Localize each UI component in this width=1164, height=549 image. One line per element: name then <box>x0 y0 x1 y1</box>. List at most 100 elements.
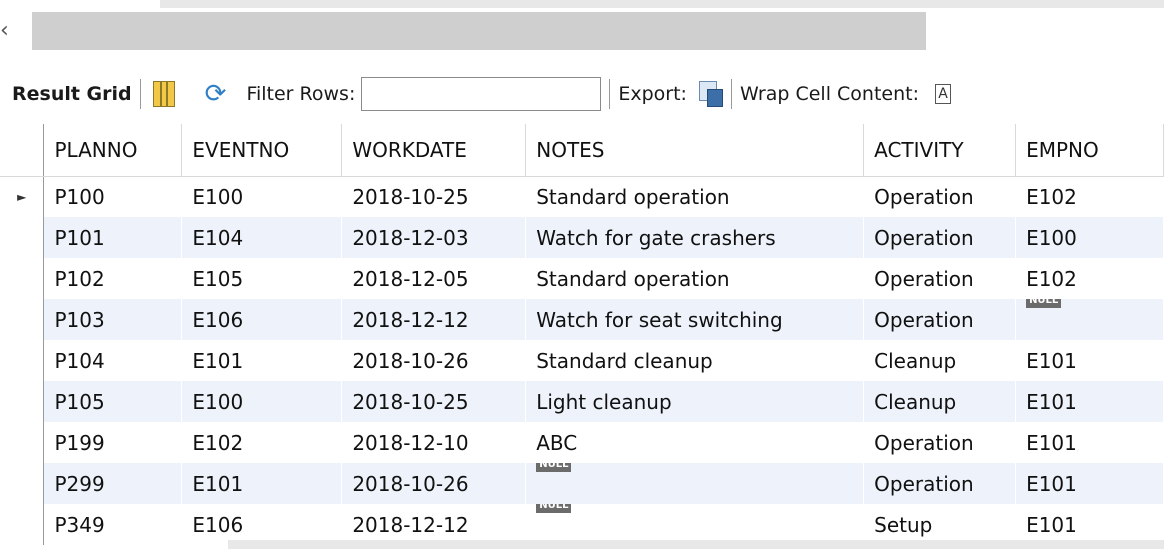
wrap-cell-content-label: Wrap Cell Content: <box>739 83 919 105</box>
collapse-arrow-icon[interactable]: ‹ <box>0 16 14 46</box>
export-label: Export: <box>618 83 687 105</box>
table-cell[interactable]: Light cleanup <box>525 381 865 422</box>
row-marker[interactable] <box>0 422 45 463</box>
table-cell[interactable]: E106 <box>181 299 343 340</box>
table-cell[interactable]: Operation <box>863 258 1017 299</box>
table-cell[interactable]: E101 <box>181 463 343 504</box>
top-scrollbar[interactable] <box>160 0 1164 8</box>
row-marker[interactable] <box>0 217 45 258</box>
table-row[interactable]: P349 E106 2018-12-12 NULL Setup E101 <box>0 504 1164 545</box>
result-table: PLANNO EVENTNO WORKDATE NOTES ACTIVITY E… <box>0 124 1164 545</box>
row-marker[interactable] <box>0 504 45 545</box>
table-row[interactable]: P103 E106 2018-12-12 Watch for seat switchi… <box>0 299 1164 340</box>
column-header[interactable]: EMPNO <box>1015 124 1164 177</box>
toolbar-separator <box>609 79 611 109</box>
table-cell[interactable]: NULL <box>525 504 865 545</box>
table-cell[interactable]: E102 <box>181 422 343 463</box>
table-cell[interactable]: P349 <box>43 504 183 545</box>
table-cell[interactable]: Standard operation <box>525 258 865 299</box>
table-cell[interactable]: E101 <box>1015 422 1164 463</box>
table-cell[interactable]: E101 <box>1015 463 1164 504</box>
table-cell[interactable]: E101 <box>1015 340 1164 381</box>
table-cell[interactable]: 2018-12-12 <box>341 299 527 340</box>
table-cell[interactable]: E101 <box>1015 381 1164 422</box>
row-marker[interactable] <box>0 258 45 299</box>
result-toolbar: Result Grid ⟳ Filter Rows: Export: Wrap … <box>0 70 1164 118</box>
row-marker[interactable] <box>0 381 45 422</box>
table-cell[interactable]: 2018-12-03 <box>341 217 527 258</box>
result-grid-icon[interactable] <box>152 81 175 107</box>
table-row[interactable]: P199 E102 2018-12-10 ABC Operation E101 <box>0 422 1164 463</box>
table-cell[interactable]: E101 <box>1015 504 1164 545</box>
export-disk-shape <box>706 89 723 107</box>
table-cell[interactable]: P103 <box>43 299 183 340</box>
table-cell[interactable]: E100 <box>181 381 343 422</box>
table-cell[interactable]: Standard operation <box>525 176 865 217</box>
table-cell[interactable]: Cleanup <box>863 340 1017 381</box>
table-cell[interactable]: Setup <box>863 504 1017 545</box>
table-cell[interactable]: NULL <box>525 463 865 504</box>
null-badge: NULL <box>536 504 572 513</box>
table-cell[interactable]: ABC <box>525 422 865 463</box>
table-cell[interactable]: P101 <box>43 217 183 258</box>
table-cell[interactable]: E100 <box>1015 217 1164 258</box>
row-marker-header <box>0 124 45 177</box>
column-header[interactable]: ACTIVITY <box>863 124 1017 177</box>
row-marker[interactable]: ► <box>0 176 45 217</box>
table-cell[interactable]: P102 <box>43 258 183 299</box>
table-cell[interactable]: Operation <box>863 176 1017 217</box>
table-cell[interactable]: Operation <box>863 217 1017 258</box>
result-grid-label[interactable]: Result Grid <box>12 83 132 105</box>
row-marker[interactable] <box>0 299 45 340</box>
table-cell[interactable]: 2018-10-25 <box>341 176 527 217</box>
table-row[interactable]: P105 E100 2018-10-25 Light cleanup Cleanup E1… <box>0 381 1164 422</box>
table-cell[interactable]: E102 <box>1015 176 1164 217</box>
table-cell[interactable]: NULL <box>1015 299 1164 340</box>
table-cell[interactable]: Watch for gate crashers <box>525 217 865 258</box>
table-row[interactable]: P101 E104 2018-12-03 Watch for gate crasher… <box>0 217 1164 258</box>
table-cell[interactable]: P104 <box>43 340 183 381</box>
export-icon[interactable] <box>698 81 723 107</box>
table-cell[interactable]: 2018-12-05 <box>341 258 527 299</box>
row-marker[interactable] <box>0 340 45 381</box>
result-grid: PLANNO EVENTNO WORKDATE NOTES ACTIVITY E… <box>0 124 1164 549</box>
table-cell[interactable]: P105 <box>43 381 183 422</box>
table-cell[interactable]: E104 <box>181 217 343 258</box>
table-cell[interactable]: E102 <box>1015 258 1164 299</box>
null-badge: NULL <box>1026 299 1062 308</box>
wrap-icon[interactable]: A <box>934 84 951 104</box>
table-cell[interactable]: Cleanup <box>863 381 1017 422</box>
column-header[interactable]: WORKDATE <box>341 124 527 177</box>
table-row[interactable]: ► P100 E100 2018-10-25 Standard operation Ope… <box>0 176 1164 217</box>
table-cell[interactable]: P299 <box>43 463 183 504</box>
table-cell[interactable]: Standard cleanup <box>525 340 865 381</box>
table-cell[interactable]: 2018-12-10 <box>341 422 527 463</box>
table-cell[interactable]: Operation <box>863 299 1017 340</box>
table-row[interactable]: P299 E101 2018-10-26 NULL Operation E101 <box>0 463 1164 504</box>
filter-rows-input[interactable] <box>361 77 602 111</box>
sql-query-bar[interactable] <box>32 12 926 50</box>
table-cell[interactable]: 2018-12-12 <box>341 504 527 545</box>
column-header[interactable]: NOTES <box>525 124 865 177</box>
table-cell[interactable]: Operation <box>863 463 1017 504</box>
null-badge: NULL <box>536 463 572 472</box>
bottom-scrollbar[interactable] <box>228 540 1164 549</box>
table-row[interactable]: P104 E101 2018-10-26 Standard cleanup Cleanu… <box>0 340 1164 381</box>
table-cell[interactable]: 2018-10-26 <box>341 340 527 381</box>
row-marker[interactable] <box>0 463 45 504</box>
table-cell[interactable]: E100 <box>181 176 343 217</box>
table-cell[interactable]: P100 <box>43 176 183 217</box>
table-cell[interactable]: 2018-10-26 <box>341 463 527 504</box>
table-cell[interactable]: P199 <box>43 422 183 463</box>
table-cell[interactable]: E105 <box>181 258 343 299</box>
table-row[interactable]: P102 E105 2018-12-05 Standard operation Oper… <box>0 258 1164 299</box>
table-cell[interactable]: Operation <box>863 422 1017 463</box>
table-cell[interactable]: 2018-10-25 <box>341 381 527 422</box>
table-cell[interactable]: E106 <box>181 504 343 545</box>
refresh-icon[interactable]: ⟳ <box>205 81 227 107</box>
table-cell[interactable]: Watch for seat switching <box>525 299 865 340</box>
filter-rows-label: Filter Rows: <box>246 83 356 105</box>
column-header[interactable]: EVENTNO <box>181 124 343 177</box>
table-cell[interactable]: E101 <box>181 340 343 381</box>
column-header[interactable]: PLANNO <box>43 124 183 177</box>
